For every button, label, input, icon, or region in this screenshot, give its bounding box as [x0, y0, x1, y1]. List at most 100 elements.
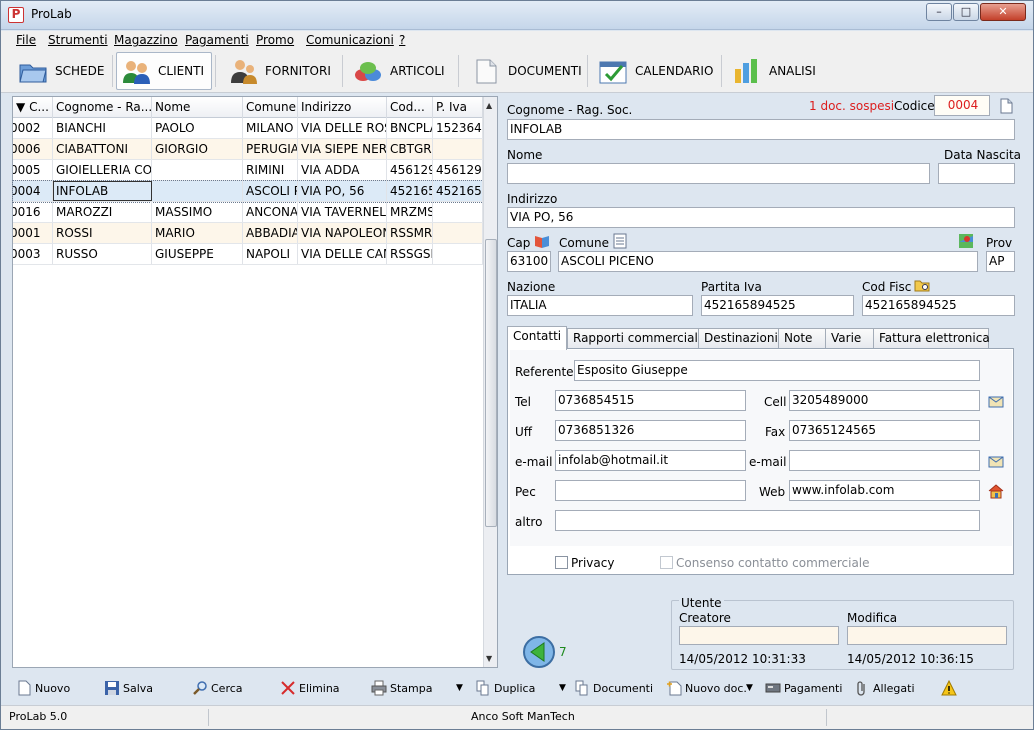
privacy-checkbox[interactable]: [555, 556, 568, 569]
tab-destinazioni[interactable]: Destinazioni: [698, 328, 779, 349]
sms-icon[interactable]: [988, 393, 1004, 409]
codice-field[interactable]: 0004: [934, 95, 990, 116]
folder-search-icon[interactable]: [914, 277, 930, 293]
suspended-docs-link[interactable]: 1 doc. sospesi: [809, 99, 894, 113]
document-icon[interactable]: [998, 98, 1014, 114]
scroll-up-icon[interactable]: ▲: [486, 101, 492, 110]
cap-field[interactable]: 63100: [507, 251, 551, 272]
home-icon[interactable]: [988, 483, 1004, 499]
table-row[interactable]: 0003 RUSSO GIUSEPPE NAPOLI VIA DELLE CAM RSSG…: [13, 244, 483, 265]
col-indirizzo-header[interactable]: Indirizzo: [298, 97, 387, 118]
cell-codfisc[interactable]: RSSMR: [387, 223, 433, 243]
cell-comune[interactable]: NAPOLI: [243, 244, 298, 264]
col-codfisc-header[interactable]: Cod...: [387, 97, 433, 118]
cell-ragsoc[interactable]: GIOIELLERIA COM: [53, 160, 152, 180]
cell-codfisc[interactable]: MRZMS: [387, 202, 433, 222]
table-row[interactable]: 0002 BIANCHI PAOLO MILANO VIA DELLE ROS BNCPL…: [13, 118, 483, 139]
nazione-field[interactable]: ITALIA: [507, 295, 693, 316]
grid-vertical-scrollbar[interactable]: ▲ ▼: [483, 97, 497, 667]
maximize-button[interactable]: □: [953, 3, 979, 21]
cell-nome[interactable]: [152, 160, 243, 180]
cell-codfisc[interactable]: BNCPLA: [387, 118, 433, 138]
cell-nome[interactable]: MASSIMO: [152, 202, 243, 222]
table-row[interactable]: 0005 GIOIELLERIA COM RIMINI VIA ADDA 456129 4…: [13, 160, 483, 181]
cell-piva[interactable]: [433, 244, 483, 264]
cell-indirizzo[interactable]: VIA DELLE ROS: [298, 118, 387, 138]
table-row[interactable]: 0016 MAROZZI MASSIMO ANCONA VIA TAVERNEL MRZM…: [13, 202, 483, 223]
cell-code[interactable]: 0002: [13, 118, 53, 138]
table-row[interactable]: 0006 CIABATTONI GIORGIO PERUGIA VIA SIEPE NE…: [13, 139, 483, 160]
ragsoc-field[interactable]: INFOLAB: [507, 119, 1015, 140]
close-button[interactable]: ✕: [980, 3, 1026, 21]
cell-codfisc[interactable]: 456129: [387, 160, 433, 180]
list-icon[interactable]: [612, 233, 628, 249]
tab-note[interactable]: Note: [778, 328, 826, 349]
scroll-thumb[interactable]: [485, 239, 497, 527]
cell-piva[interactable]: 4521658: [433, 181, 483, 201]
comune-field[interactable]: ASCOLI PICENO: [558, 251, 978, 272]
cell-ragsoc[interactable]: ROSSI: [53, 223, 152, 243]
cell-piva[interactable]: [433, 202, 483, 222]
uff-field[interactable]: 0736851326: [555, 420, 746, 441]
cell-codfisc[interactable]: CBTGRG: [387, 139, 433, 159]
cell-nome[interactable]: GIUSEPPE: [152, 244, 243, 264]
cell-indirizzo[interactable]: VIA DELLE CAM: [298, 244, 387, 264]
tel-field[interactable]: 0736854515: [555, 390, 746, 411]
cell-ragsoc[interactable]: BIANCHI: [53, 118, 152, 138]
cell-code[interactable]: 0003: [13, 244, 53, 264]
toolbar-schede[interactable]: SCHEDE: [13, 52, 111, 90]
fax-field[interactable]: 07365124565: [789, 420, 980, 441]
toolbar-analisi[interactable]: ANALISI: [727, 52, 827, 90]
elimina-button[interactable]: Elimina: [280, 677, 340, 699]
toolbar-fornitori[interactable]: FORNITORI: [223, 52, 338, 90]
menu-promo[interactable]: Promo: [256, 33, 294, 47]
duplica-dropdown-icon[interactable]: ▼: [456, 677, 463, 699]
map-icon[interactable]: [958, 233, 974, 249]
cell-comune[interactable]: ANCONA: [243, 202, 298, 222]
cell-ragsoc[interactable]: INFOLAB: [53, 181, 152, 201]
tab-fattura-elettronica[interactable]: Fattura elettronica: [873, 328, 990, 349]
cell-indirizzo[interactable]: VIA ADDA: [298, 160, 387, 180]
col-piva-header[interactable]: P. Iva: [433, 97, 483, 118]
cell-codfisc[interactable]: RSSGSI: [387, 244, 433, 264]
menu-file[interactable]: File: [16, 33, 36, 47]
altro-field[interactable]: [555, 510, 980, 531]
cell-nome[interactable]: PAOLO: [152, 118, 243, 138]
email2-field[interactable]: [789, 450, 980, 471]
pec-field[interactable]: [555, 480, 746, 501]
cell-code[interactable]: 0005: [13, 160, 53, 180]
cell-indirizzo[interactable]: VIA SIEPE NER: [298, 139, 387, 159]
cell-ragsoc[interactable]: MAROZZI: [53, 202, 152, 222]
cell-piva[interactable]: [433, 223, 483, 243]
warning-button[interactable]: [941, 677, 960, 699]
cell-piva[interactable]: 1523648: [433, 118, 483, 138]
col-nome-header[interactable]: Nome: [152, 97, 243, 118]
cell-nome[interactable]: MARIO: [152, 223, 243, 243]
piva-field[interactable]: 452165894525: [701, 295, 854, 316]
birthdate-field[interactable]: [938, 163, 1015, 184]
col-code-header[interactable]: ▼ C...: [13, 97, 53, 118]
cell-piva[interactable]: [433, 139, 483, 159]
cell-comune[interactable]: PERUGIA: [243, 139, 298, 159]
book-icon[interactable]: [534, 233, 550, 249]
email-field[interactable]: infolab@hotmail.it: [555, 450, 746, 471]
nuovo-doc-button[interactable]: Nuovo doc.: [666, 677, 747, 699]
allegati-button[interactable]: Allegati: [854, 677, 915, 699]
cell-comune[interactable]: MILANO: [243, 118, 298, 138]
cell-comune[interactable]: ABBADIA: [243, 223, 298, 243]
cell-indirizzo[interactable]: VIA PO, 56: [298, 181, 387, 201]
salva-button[interactable]: Salva: [104, 677, 153, 699]
stampa-button[interactable]: Stampa: [371, 677, 432, 699]
cell-indirizzo[interactable]: VIA TAVERNEL: [298, 202, 387, 222]
col-ragsoc-header[interactable]: Cognome - Ra...: [53, 97, 152, 118]
clients-grid[interactable]: ▼ C... Cognome - Ra... Nome Comune Indir…: [12, 96, 498, 668]
nuovo-button[interactable]: Nuovo: [16, 677, 70, 699]
documenti-button[interactable]: Documenti: [574, 677, 653, 699]
cerca-button[interactable]: Cerca: [192, 677, 243, 699]
cell-code[interactable]: 0001: [13, 223, 53, 243]
nuovo-doc-dropdown-icon[interactable]: ▼: [746, 677, 753, 699]
cell-code[interactable]: 0016: [13, 202, 53, 222]
consenso-checkbox[interactable]: [660, 556, 673, 569]
scroll-down-icon[interactable]: ▼: [486, 654, 492, 663]
cell-code[interactable]: 0004: [13, 181, 53, 201]
